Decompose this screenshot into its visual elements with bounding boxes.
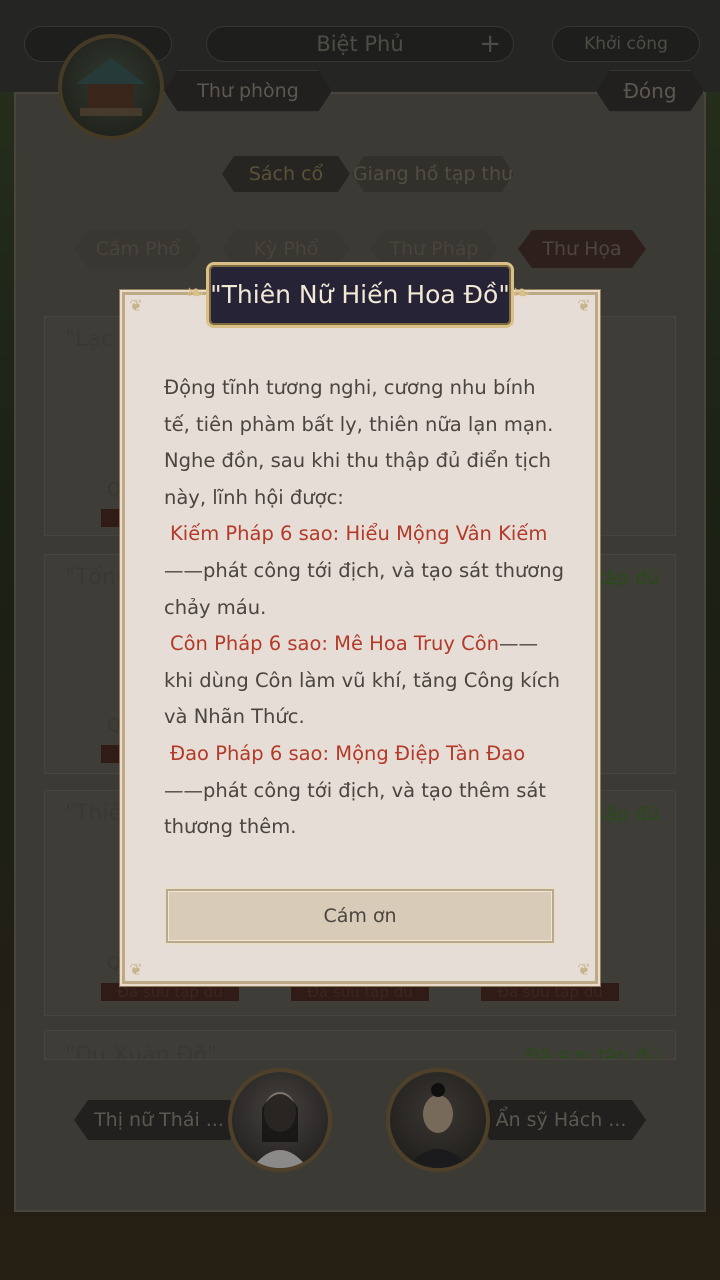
title-ornament-right-icon: ❧ — [512, 281, 531, 306]
corner-ornament-icon: ❦ — [129, 296, 143, 315]
skill-name: Kiếm Pháp 6 sao: Hiểu Mộng Vân Kiếm — [170, 522, 548, 546]
dialog-body: Động tĩnh tương nghi, cương nhu bính tế,… — [164, 370, 564, 846]
dialog-intro: Động tĩnh tương nghi, cương nhu bính tế,… — [164, 376, 554, 509]
skill-desc: ——phát công tới địch, và tạo thêm sát th… — [164, 778, 546, 839]
skill-entry: Côn Pháp 6 sao: Mê Hoa Truy Côn——khi dùn… — [164, 626, 564, 736]
title-ornament-left-icon: ❧ — [186, 281, 205, 306]
dialog-title: "Thiên Nữ Hiến Hoa Đồ" — [206, 262, 514, 328]
corner-ornament-icon: ❦ — [577, 960, 591, 979]
skill-entry: Đao Pháp 6 sao: Mộng Điệp Tàn Đao ——phát … — [164, 736, 564, 846]
corner-ornament-icon: ❦ — [577, 296, 591, 315]
skill-name: Côn Pháp 6 sao: Mê Hoa Truy Côn — [170, 632, 499, 656]
corner-ornament-icon: ❦ — [129, 960, 143, 979]
thank-you-button[interactable]: Cám ơn — [166, 889, 554, 943]
skill-entry: Kiếm Pháp 6 sao: Hiểu Mộng Vân Kiếm ——phá… — [164, 516, 564, 626]
skill-desc: ——phát công tới địch, và tạo sát thương … — [164, 558, 564, 619]
skill-name: Đao Pháp 6 sao: Mộng Điệp Tàn Đao — [170, 741, 526, 765]
